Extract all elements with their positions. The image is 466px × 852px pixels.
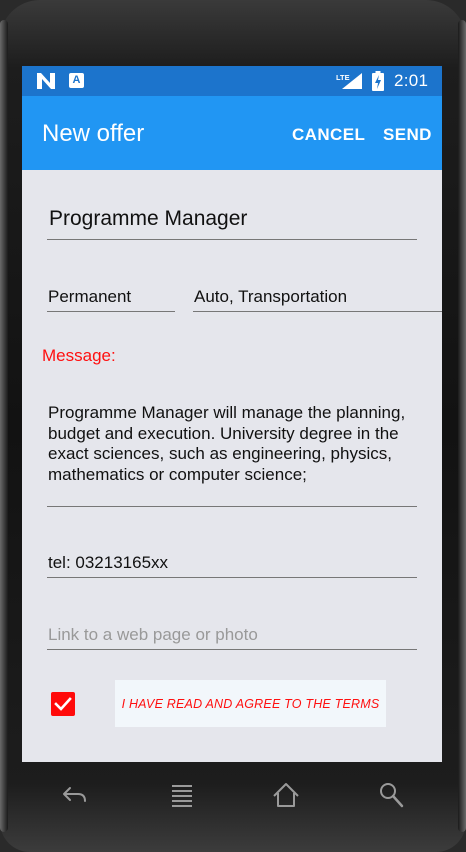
terms-button[interactable]: I HAVE READ AND AGREE TO THE TERMS xyxy=(115,680,386,727)
back-icon[interactable] xyxy=(60,780,90,810)
message-label: Message: xyxy=(42,346,116,365)
screen: A LTE 2:01 New offer CANCEL SEND Program… xyxy=(22,66,442,762)
page-title: New offer xyxy=(42,120,145,147)
signal-lte-icon: LTE xyxy=(336,73,362,89)
home-icon[interactable] xyxy=(271,780,301,810)
job-type-field[interactable]: Permanent xyxy=(47,284,175,312)
link-field[interactable]: Link to a web page or photo xyxy=(47,621,417,650)
battery-icon xyxy=(372,71,384,91)
app-bar: New offer CANCEL SEND xyxy=(22,96,442,170)
network-label: LTE xyxy=(336,73,350,82)
terms-checkbox[interactable] xyxy=(51,692,75,716)
status-bar: A LTE 2:01 xyxy=(22,66,442,96)
nav-bar xyxy=(22,762,442,828)
category-field[interactable]: Auto, Transportation xyxy=(193,284,442,312)
title-field[interactable]: Programme Manager xyxy=(47,204,417,240)
clock: 2:01 xyxy=(394,71,429,90)
cancel-button[interactable]: CANCEL xyxy=(292,125,365,145)
checkmark-icon xyxy=(54,697,72,711)
message-field[interactable]: Programme Manager will manage the planni… xyxy=(47,402,417,507)
phone-field[interactable]: tel: 03213165xx xyxy=(47,550,417,578)
device-frame: A LTE 2:01 New offer CANCEL SEND Program… xyxy=(0,0,466,852)
menu-icon[interactable] xyxy=(167,780,197,810)
send-button[interactable]: SEND xyxy=(383,125,432,145)
search-icon[interactable] xyxy=(376,780,406,810)
device-side-left xyxy=(0,20,8,832)
n-icon xyxy=(37,73,55,89)
a-icon: A xyxy=(69,73,84,88)
device-side-right xyxy=(458,20,466,832)
